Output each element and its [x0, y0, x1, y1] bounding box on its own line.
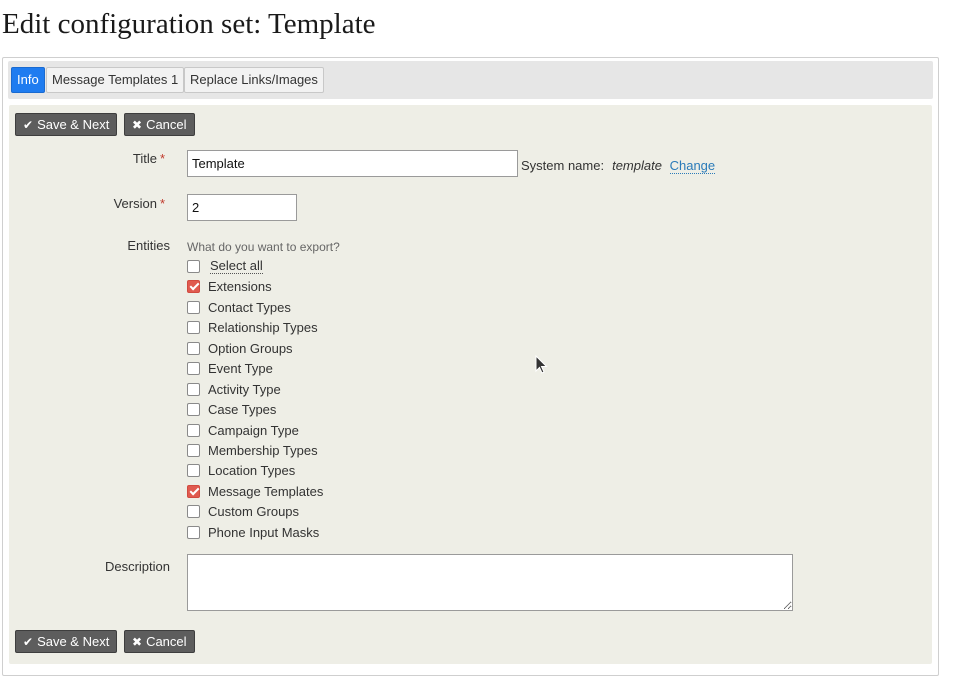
- entity-label: Case Types: [208, 401, 277, 417]
- entity-label: Location Types: [208, 462, 296, 478]
- entity-label: Membership Types: [208, 442, 318, 458]
- entity-row-relationship-types: Relationship Types: [187, 318, 318, 336]
- select-all-row: Select all: [187, 257, 263, 275]
- cancel-button-top[interactable]: ✖ Cancel: [124, 113, 195, 136]
- version-label: Version *: [113, 196, 165, 211]
- entity-row-campaign-type: Campaign Type: [187, 421, 299, 439]
- entity-row-message-templates: Message Templates: [187, 482, 323, 500]
- change-system-name-link[interactable]: Change: [669, 158, 716, 174]
- entity-checkbox-contact-types[interactable]: [187, 300, 200, 314]
- tab-replace-links-images[interactable]: Replace Links/Images: [184, 67, 324, 93]
- close-icon: ✖: [132, 635, 143, 649]
- entity-row-event-type: Event Type: [187, 359, 273, 377]
- description-label: Description: [104, 559, 170, 574]
- check-icon: ✔: [23, 635, 34, 649]
- select-all-checkbox[interactable]: [187, 259, 200, 273]
- entity-row-membership-types: Membership Types: [187, 441, 318, 459]
- save-next-button-top[interactable]: ✔ Save & Next: [15, 113, 118, 136]
- title-label: Title *: [132, 151, 165, 166]
- entity-label: Relationship Types: [208, 319, 318, 335]
- tab-bar: Info Message Templates 1 Replace Links/I…: [8, 61, 933, 99]
- entity-checkbox-campaign-type[interactable]: [187, 423, 200, 437]
- entity-checkbox-relationship-types[interactable]: [187, 320, 200, 334]
- form-content: ✔Save & Next ✖Cancel Title* System name:…: [9, 105, 932, 664]
- entity-checkbox-case-types[interactable]: [187, 402, 200, 416]
- entity-checkbox-membership-types[interactable]: [187, 443, 200, 457]
- entity-label: Activity Type: [208, 381, 281, 397]
- mouse-cursor-icon: [535, 355, 548, 374]
- entity-row-phone-input-masks: Phone Input Masks: [187, 523, 319, 541]
- entity-row-activity-type: Activity Type: [187, 380, 281, 398]
- entity-row-custom-groups: Custom Groups: [187, 502, 299, 520]
- cancel-button-bottom[interactable]: ✖ Cancel: [124, 630, 195, 653]
- entity-label: Extensions: [208, 278, 272, 294]
- entity-checkbox-extensions[interactable]: [187, 279, 200, 293]
- entity-row-location-types: Location Types: [187, 461, 295, 479]
- entity-checkbox-event-type[interactable]: [187, 361, 200, 375]
- entity-label: Custom Groups: [208, 503, 300, 519]
- entity-checkbox-option-groups[interactable]: [187, 341, 200, 355]
- entity-checkbox-phone-input-masks[interactable]: [187, 525, 200, 539]
- select-all-label[interactable]: Select all: [210, 258, 263, 274]
- tab-message-templates[interactable]: Message Templates 1: [46, 67, 185, 93]
- entity-label: Message Templates: [208, 483, 324, 499]
- entities-help-text: What do you want to export?: [187, 240, 340, 254]
- page-title: Edit configuration set: Template: [2, 8, 376, 40]
- check-icon: ✔: [23, 118, 34, 132]
- entity-label: Option Groups: [208, 340, 293, 356]
- entity-label: Campaign Type: [208, 422, 299, 438]
- description-textarea[interactable]: [187, 554, 793, 611]
- version-input[interactable]: [187, 194, 297, 221]
- entity-row-contact-types: Contact Types: [187, 298, 291, 316]
- system-name-value: template: [612, 158, 662, 173]
- entity-label: Phone Input Masks: [208, 524, 320, 540]
- tab-info[interactable]: Info: [11, 67, 45, 93]
- entity-row-case-types: Case Types: [187, 400, 276, 418]
- entity-checkbox-location-types[interactable]: [187, 463, 200, 477]
- entity-checkbox-custom-groups[interactable]: [187, 504, 200, 518]
- entity-checkbox-message-templates[interactable]: [187, 484, 200, 498]
- entity-row-extensions: Extensions: [187, 277, 272, 295]
- config-panel: Info Message Templates 1 Replace Links/I…: [2, 57, 939, 676]
- entity-label: Contact Types: [208, 299, 291, 315]
- entities-label: Entities: [127, 238, 170, 253]
- save-next-button-bottom[interactable]: ✔ Save & Next: [15, 630, 118, 653]
- entity-checkbox-activity-type[interactable]: [187, 382, 200, 396]
- system-name: System name: template Change: [521, 158, 716, 174]
- close-icon: ✖: [132, 118, 143, 132]
- entity-row-option-groups: Option Groups: [187, 339, 293, 357]
- entity-label: Event Type: [208, 360, 273, 376]
- title-input[interactable]: [187, 150, 518, 177]
